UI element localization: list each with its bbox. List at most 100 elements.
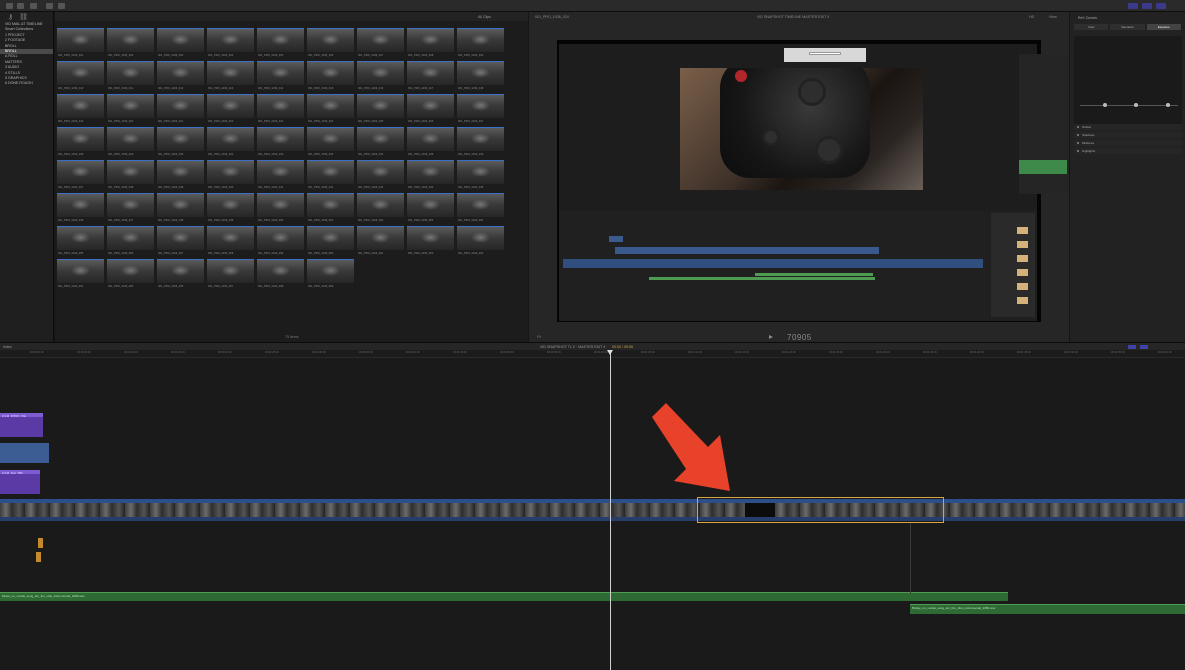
inspector-tab[interactable]: Saturation [1110,24,1145,30]
marker-clip[interactable] [36,552,41,562]
import-icon[interactable] [17,3,24,9]
clip-thumbnail[interactable]: 001_PRO_1036_067 [207,259,254,288]
clip-thumbnail[interactable]: 001_PRO_1036_032 [257,127,304,156]
clip-thumbnail[interactable]: 001_PRO_1036_026 [407,94,454,123]
clip-thumbnail[interactable]: 001_PRO_1036_060 [307,226,354,255]
clip-thumbnail[interactable]: 001_PRO_1036_042 [307,160,354,189]
clip-thumbnail[interactable]: 001_PRO_1036_057 [157,226,204,255]
clip-thumbnail[interactable]: 001_PRO_1036_034 [357,127,404,156]
clip-thumbnail[interactable]: 001_PRO_1036_065 [107,259,154,288]
music-audio-clip[interactable]: Music_no_vocals_song_am_the_vibe_instrum… [0,592,1008,601]
viewer-canvas[interactable] [557,40,1069,322]
inspector-tab[interactable]: Color [1074,24,1109,30]
clip-thumbnail[interactable]: 001_PRO_1036_024 [307,94,354,123]
clip-thumbnail[interactable]: 001_PRO_1036_029 [107,127,154,156]
clip-thumbnail[interactable]: 001_PRO_1036_036 [457,127,504,156]
clip-thumbnail[interactable]: 001_PRO_1036_062 [407,226,454,255]
background-tasks-icon[interactable] [46,3,53,9]
clip-thumbnail[interactable]: 001_PRO_1036_056 [107,226,154,255]
clip-thumbnail[interactable]: 001_PRO_1036_022 [207,94,254,123]
primary-storyline[interactable] [0,499,1185,521]
clip-thumbnail[interactable]: 001_PRO_1036_003 [157,28,204,57]
clip-thumbnail[interactable]: 001_PRO_1036_033 [307,127,354,156]
key-icon[interactable]: ⚷ [8,13,13,21]
clip-thumbnail[interactable]: 001_PRO_1036_004 [207,28,254,57]
snapping-button[interactable] [1128,345,1136,349]
clip-thumbnail[interactable]: 001_PRO_1036_018 [457,61,504,90]
clip-thumbnail[interactable]: 001_PRO_1036_016 [357,61,404,90]
clip-thumbnail[interactable]: 001_PRO_1036_005 [257,28,304,57]
clip-thumbnail[interactable]: 001_PRO_1036_008 [407,28,454,57]
clip-thumbnail[interactable]: 001_PRO_1036_007 [357,28,404,57]
clip-thumbnail[interactable]: 001_PRO_1036_055 [57,226,104,255]
clip-thumbnail[interactable]: 001_PRO_1036_064 [57,259,104,288]
keyword-icon[interactable] [30,3,37,9]
inspector-row[interactable]: Highlights [1074,148,1182,154]
timeline[interactable]: 2:3-M_INTRO_Title 2:3-M_Text_TBC Music_n… [0,358,1185,670]
title-clip[interactable] [0,474,40,494]
viewer-format[interactable]: HD [1029,15,1034,19]
link-icon[interactable] [58,3,65,9]
viewer-zoom[interactable]: Fit [537,335,541,339]
clip-thumbnail[interactable]: 001_PRO_1036_054 [457,193,504,222]
curve-editor[interactable] [1074,36,1182,128]
connected-clip[interactable] [0,443,49,463]
clip-thumbnail[interactable]: 001_PRO_1036_045 [457,160,504,189]
music-audio-clip[interactable]: Bridge_no_vocals_song_am_the_vibe_instru… [910,604,1185,614]
play-icon[interactable] [769,335,773,339]
clip-thumbnail[interactable]: 001_PRO_1036_058 [207,226,254,255]
share-button[interactable] [1128,3,1138,9]
inspector-row[interactable]: Shadows [1074,132,1182,138]
clip-thumbnail[interactable]: 001_PRO_1036_019 [57,94,104,123]
timeline-ruler[interactable]: 00:00:00:00 00:00:05:00 00:00:10:00 00:00:1… [0,350,1185,358]
curve-node[interactable] [1102,103,1107,107]
clip-thumbnail[interactable]: 001_PRO_1036_013 [207,61,254,90]
layout-button[interactable] [1142,3,1152,9]
playhead-handle[interactable] [607,350,613,355]
clip-thumbnail[interactable]: 001_PRO_1036_041 [257,160,304,189]
clip-thumbnail[interactable]: 001_PRO_1036_051 [307,193,354,222]
clip-thumbnail[interactable]: 001_PRO_1036_025 [357,94,404,123]
clip-thumbnail[interactable]: 001_PRO_1036_050 [257,193,304,222]
clip-thumbnail[interactable]: 001_PRO_1036_052 [357,193,404,222]
clip-thumbnail[interactable]: 001_PRO_1036_020 [107,94,154,123]
clip-thumbnail[interactable]: 001_PRO_1036_037 [57,160,104,189]
inspector-toggle-button[interactable] [1156,3,1166,9]
clip-thumbnail[interactable]: 001_PRO_1036_014 [257,61,304,90]
selected-clip-range[interactable] [697,497,944,523]
clip-thumbnail[interactable]: 001_PRO_1036_035 [407,127,454,156]
clip-thumbnail[interactable]: 001_PRO_1036_001 [57,28,104,57]
clip-thumbnail[interactable]: 001_PRO_1036_010 [57,61,104,90]
clip-thumbnail[interactable]: 001_PRO_1036_039 [157,160,204,189]
curve-node[interactable] [1166,103,1171,107]
timecode-display[interactable]: 70905 [787,333,812,342]
clip-thumbnail[interactable]: 001_PRO_1036_046 [57,193,104,222]
clip-filter-label[interactable]: All Clips [478,15,491,19]
title-clip[interactable] [0,417,43,437]
clip-thumbnail[interactable]: 001_PRO_1036_061 [357,226,404,255]
key-icon[interactable] [6,3,13,9]
link-icon[interactable]: ⛓ [19,13,28,21]
marker-clip[interactable] [38,538,43,548]
clip-thumbnail[interactable]: 001_PRO_1036_006 [307,28,354,57]
clip-thumbnail[interactable]: 001_PRO_1036_048 [157,193,204,222]
clip-thumbnail[interactable]: 001_PRO_1036_011 [107,61,154,90]
clip-thumbnail[interactable]: 001_PRO_1036_021 [157,94,204,123]
clip-thumbnail[interactable]: 001_PRO_1036_059 [257,226,304,255]
clip-thumbnail[interactable]: 001_PRO_1036_027 [457,94,504,123]
clip-thumbnail[interactable]: 001_PRO_1036_038 [107,160,154,189]
clip-thumbnail[interactable]: 001_PRO_1036_023 [257,94,304,123]
index-button[interactable]: Index [3,345,12,349]
clip-thumbnail[interactable]: 001_PRO_1036_002 [107,28,154,57]
clip-thumbnail[interactable]: 001_PRO_1036_053 [407,193,454,222]
clip-thumbnail[interactable]: 001_PRO_1036_047 [107,193,154,222]
playhead[interactable] [610,350,611,670]
skimming-button[interactable] [1140,345,1148,349]
inspector-tab[interactable]: Exposure [1146,24,1181,30]
clip-thumbnail[interactable]: 001_PRO_1036_031 [207,127,254,156]
inspector-row[interactable]: Global [1074,124,1182,130]
sidebar-item[interactable]: 6 DONE ROUGH [0,81,53,86]
clip-thumbnail[interactable]: 001_PRO_1036_028 [57,127,104,156]
clip-thumbnail[interactable]: 001_PRO_1036_015 [307,61,354,90]
curve-node[interactable] [1133,103,1138,107]
